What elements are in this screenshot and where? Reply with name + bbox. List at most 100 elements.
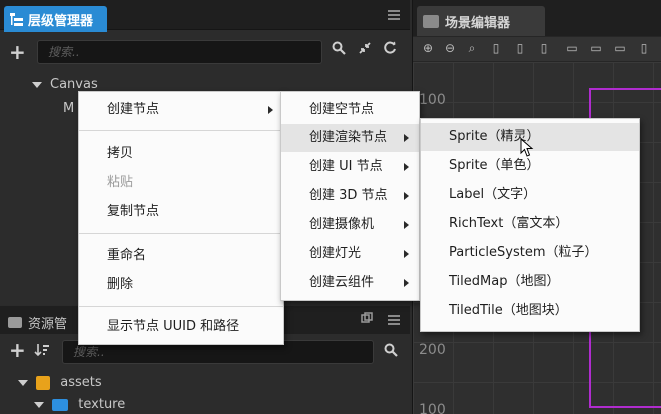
menu-item-show-uuid[interactable]: 显示节点 UUID 和路径 — [79, 313, 283, 341]
assets-search-icon[interactable] — [382, 343, 400, 361]
assets-tab[interactable]: 资源管 — [8, 313, 67, 332]
distribute-icon[interactable]: ▯ — [637, 41, 651, 55]
menu-item-label: RichText（富文本） — [449, 216, 569, 231]
expand-arrow-icon[interactable] — [32, 81, 42, 88]
menu-item-label: 粘贴 — [107, 175, 134, 190]
menu-item-label: 创建灯光 — [309, 246, 362, 261]
menu-item-label: 复制节点 — [107, 204, 160, 219]
assets-tab-label: 资源管 — [28, 317, 68, 332]
assets-menu-icon[interactable] — [388, 315, 400, 325]
zoom-out-icon[interactable]: ⊖ — [443, 41, 457, 55]
menu-item-create-ui-node[interactable]: 创建 UI 节点 — [281, 153, 419, 181]
menu-item-create-render-node[interactable]: 创建渲染节点 — [281, 124, 419, 152]
align-middle-icon[interactable]: ▭ — [589, 41, 603, 55]
refresh-icon[interactable] — [381, 41, 399, 59]
menu-item-rename[interactable]: 重命名 — [79, 242, 283, 270]
menu-item-label: ParticleSystem（粒子） — [449, 245, 598, 260]
menu-item-label: TiledMap（地图） — [449, 274, 560, 289]
create-node-submenu: 创建空节点 创建渲染节点 创建 UI 节点 创建 3D 节点 创建摄像机 创建灯… — [280, 91, 420, 301]
hierarchy-icon — [10, 12, 23, 26]
menu-item-label: 拷贝 — [107, 146, 134, 161]
hierarchy-search-input[interactable]: 搜索.. — [37, 40, 322, 64]
align-center-icon[interactable]: ▯ — [513, 41, 527, 55]
ruler-label: 200 — [419, 342, 446, 358]
menu-item-paste[interactable]: 粘贴 — [79, 169, 283, 197]
submenu-arrow-icon — [404, 250, 409, 258]
menu-item-create-cloud-component[interactable]: 创建云组件 — [281, 269, 419, 297]
zoom-in-icon[interactable]: ⊕ — [421, 41, 435, 55]
align-bottom-icon[interactable]: ▭ — [613, 41, 627, 55]
menu-item-label: 创建 3D 节点 — [309, 188, 388, 203]
folder-icon — [52, 398, 69, 411]
hierarchy-toolbar: + 搜索.. — [0, 38, 410, 68]
asset-node-texture[interactable]: texture — [34, 394, 125, 414]
folder-icon — [8, 317, 22, 328]
scene-clapper-icon — [423, 14, 439, 28]
menu-item-create-3d-node[interactable]: 创建 3D 节点 — [281, 182, 419, 210]
menu-item-label: 删除 — [107, 277, 134, 292]
ruler-label: 100 — [419, 92, 446, 108]
hierarchy-menu-icon[interactable] — [388, 10, 400, 20]
menu-item-label: 创建云组件 — [309, 275, 375, 290]
menu-item-label: 创建摄像机 — [309, 217, 375, 232]
menu-item-create-camera[interactable]: 创建摄像机 — [281, 211, 419, 239]
menu-item-copy[interactable]: 拷贝 — [79, 140, 283, 168]
collapse-icon[interactable] — [356, 41, 374, 59]
ruler-label: 100 — [419, 402, 446, 414]
menu-item-particle-system[interactable]: ParticleSystem（粒子） — [421, 239, 639, 267]
align-top-icon[interactable]: ▭ — [565, 41, 579, 55]
restore-panel-icon[interactable] — [358, 311, 376, 329]
sort-icon[interactable] — [33, 343, 51, 361]
menu-item-create-node[interactable]: 创建节点 — [79, 96, 283, 124]
menu-item-label: TiledTile（地图块） — [449, 303, 568, 318]
submenu-arrow-icon — [404, 134, 409, 142]
submenu-arrow-icon — [268, 106, 273, 114]
menu-item-label: Sprite（单色） — [449, 158, 540, 173]
menu-item-label[interactable]: Label（文字） — [421, 181, 639, 209]
asset-node-assets[interactable]: assets — [18, 372, 102, 394]
menu-item-richtext[interactable]: RichText（富文本） — [421, 210, 639, 238]
menu-item-create-light[interactable]: 创建灯光 — [281, 240, 419, 268]
zoom-reset-icon[interactable]: ⌕ — [465, 41, 479, 55]
menu-item-label: Label（文字） — [449, 187, 537, 202]
menu-item-create-empty-node[interactable]: 创建空节点 — [281, 96, 419, 124]
menu-separator — [79, 130, 283, 131]
submenu-arrow-icon — [404, 192, 409, 200]
hierarchy-tab[interactable]: 层级管理器 — [4, 6, 107, 32]
menu-item-label: 创建节点 — [107, 102, 160, 117]
submenu-arrow-icon — [404, 279, 409, 287]
search-icon[interactable] — [330, 41, 348, 59]
menu-item-label: 创建 UI 节点 — [309, 159, 383, 174]
asset-node-label: assets — [60, 375, 102, 390]
menu-separator — [79, 233, 283, 234]
scene-toolbar: ⊕ ⊖ ⌕ ▯ ▯ ▯ ▭ ▭ ▭ ▯ — [413, 37, 661, 61]
node-context-menu: 创建节点 拷贝 粘贴 复制节点 重命名 删除 显示节点 UUID 和路径 — [78, 91, 284, 345]
menu-item-label: 创建空节点 — [309, 102, 375, 117]
scene-tab-label: 场景编辑器 — [445, 15, 511, 31]
menu-item-label: 重命名 — [107, 248, 147, 263]
scene-tab[interactable]: 场景编辑器 — [417, 6, 545, 36]
hierarchy-tabbar: 层级管理器 — [0, 0, 410, 32]
expand-arrow-icon[interactable] — [34, 401, 44, 408]
menu-item-duplicate[interactable]: 复制节点 — [79, 198, 283, 226]
menu-item-label: 显示节点 UUID 和路径 — [107, 319, 240, 334]
expand-arrow-icon[interactable] — [18, 379, 28, 386]
submenu-arrow-icon — [404, 163, 409, 171]
menu-separator — [79, 306, 283, 307]
menu-item-label: 创建渲染节点 — [309, 130, 388, 145]
tree-node-child[interactable]: M — [63, 98, 74, 120]
submenu-arrow-icon — [404, 221, 409, 229]
hierarchy-tab-label: 层级管理器 — [28, 13, 94, 29]
tree-node-label: M — [63, 101, 75, 116]
align-right-icon[interactable]: ▯ — [537, 41, 551, 55]
add-node-icon[interactable]: + — [9, 40, 26, 64]
menu-item-tiledtile[interactable]: TiledTile（地图块） — [421, 297, 639, 325]
tree-node-label: Canvas — [50, 77, 98, 92]
scene-tabbar: 场景编辑器 — [413, 0, 661, 36]
asset-node-label: texture — [78, 397, 126, 412]
menu-item-delete[interactable]: 删除 — [79, 271, 283, 299]
menu-item-tiledmap[interactable]: TiledMap（地图） — [421, 268, 639, 296]
assets-db-icon — [36, 375, 51, 390]
add-asset-icon[interactable]: + — [9, 338, 26, 362]
align-left-icon[interactable]: ▯ — [489, 41, 503, 55]
